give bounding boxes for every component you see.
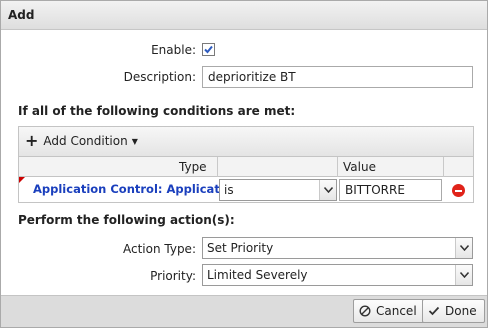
description-input[interactable]: deprioritize BT (202, 66, 473, 88)
done-label: Done (445, 304, 477, 318)
column-header-value[interactable]: Value (343, 160, 376, 174)
chevron-down-icon[interactable] (455, 265, 472, 285)
remove-condition-icon[interactable] (452, 184, 465, 197)
condition-row: Application Control: Application: is BIT… (19, 177, 473, 202)
column-separator (337, 157, 338, 177)
column-separator (217, 157, 218, 177)
condition-operator-select[interactable]: is (219, 179, 337, 201)
cancel-button[interactable]: Cancel (353, 299, 425, 323)
add-condition-button[interactable]: + Add Condition ▼ (25, 131, 138, 150)
cancel-label: Cancel (376, 304, 417, 318)
conditions-toolbar: + Add Condition ▼ (19, 127, 473, 157)
condition-type: Application Control: Application: (33, 182, 245, 196)
caret-down-icon: ▼ (131, 136, 138, 146)
column-separator (443, 157, 444, 177)
checkmark-icon (428, 306, 440, 316)
chevron-down-icon[interactable] (319, 180, 336, 200)
modified-marker (19, 177, 25, 183)
done-button[interactable]: Done (422, 299, 485, 323)
conditions-grid: + Add Condition ▼ Type Value Application… (18, 126, 474, 203)
checkmark-icon (204, 45, 213, 54)
priority-label: Priority: (150, 269, 196, 283)
condition-operator-value: is (224, 183, 234, 197)
add-condition-label: Add Condition (43, 134, 128, 148)
priority-select[interactable]: Limited Severely (202, 264, 473, 286)
conditions-header-row: Type Value (19, 157, 473, 177)
add-rule-dialog: Add Enable: Description: deprioritize BT… (0, 0, 488, 328)
actions-heading: Perform the following action(s): (18, 213, 235, 227)
condition-value-input[interactable]: BITTORRE (339, 179, 442, 201)
enable-checkbox[interactable] (202, 43, 215, 56)
column-header-type[interactable]: Type (179, 160, 207, 174)
description-label: Description: (123, 70, 196, 84)
action-type-label: Action Type: (122, 242, 196, 256)
action-type-value: Set Priority (207, 241, 274, 255)
plus-icon: + (25, 131, 39, 150)
action-type-select[interactable]: Set Priority (202, 237, 473, 259)
priority-value: Limited Severely (207, 268, 308, 282)
dialog-titlebar[interactable]: Add (1, 1, 487, 30)
enable-label: Enable: (151, 43, 196, 57)
conditions-heading: If all of the following conditions are m… (18, 104, 296, 118)
cancel-icon (359, 305, 371, 317)
dialog-footer: Cancel Done (1, 295, 487, 327)
chevron-down-icon[interactable] (455, 238, 472, 258)
dialog-title: Add (8, 8, 35, 22)
